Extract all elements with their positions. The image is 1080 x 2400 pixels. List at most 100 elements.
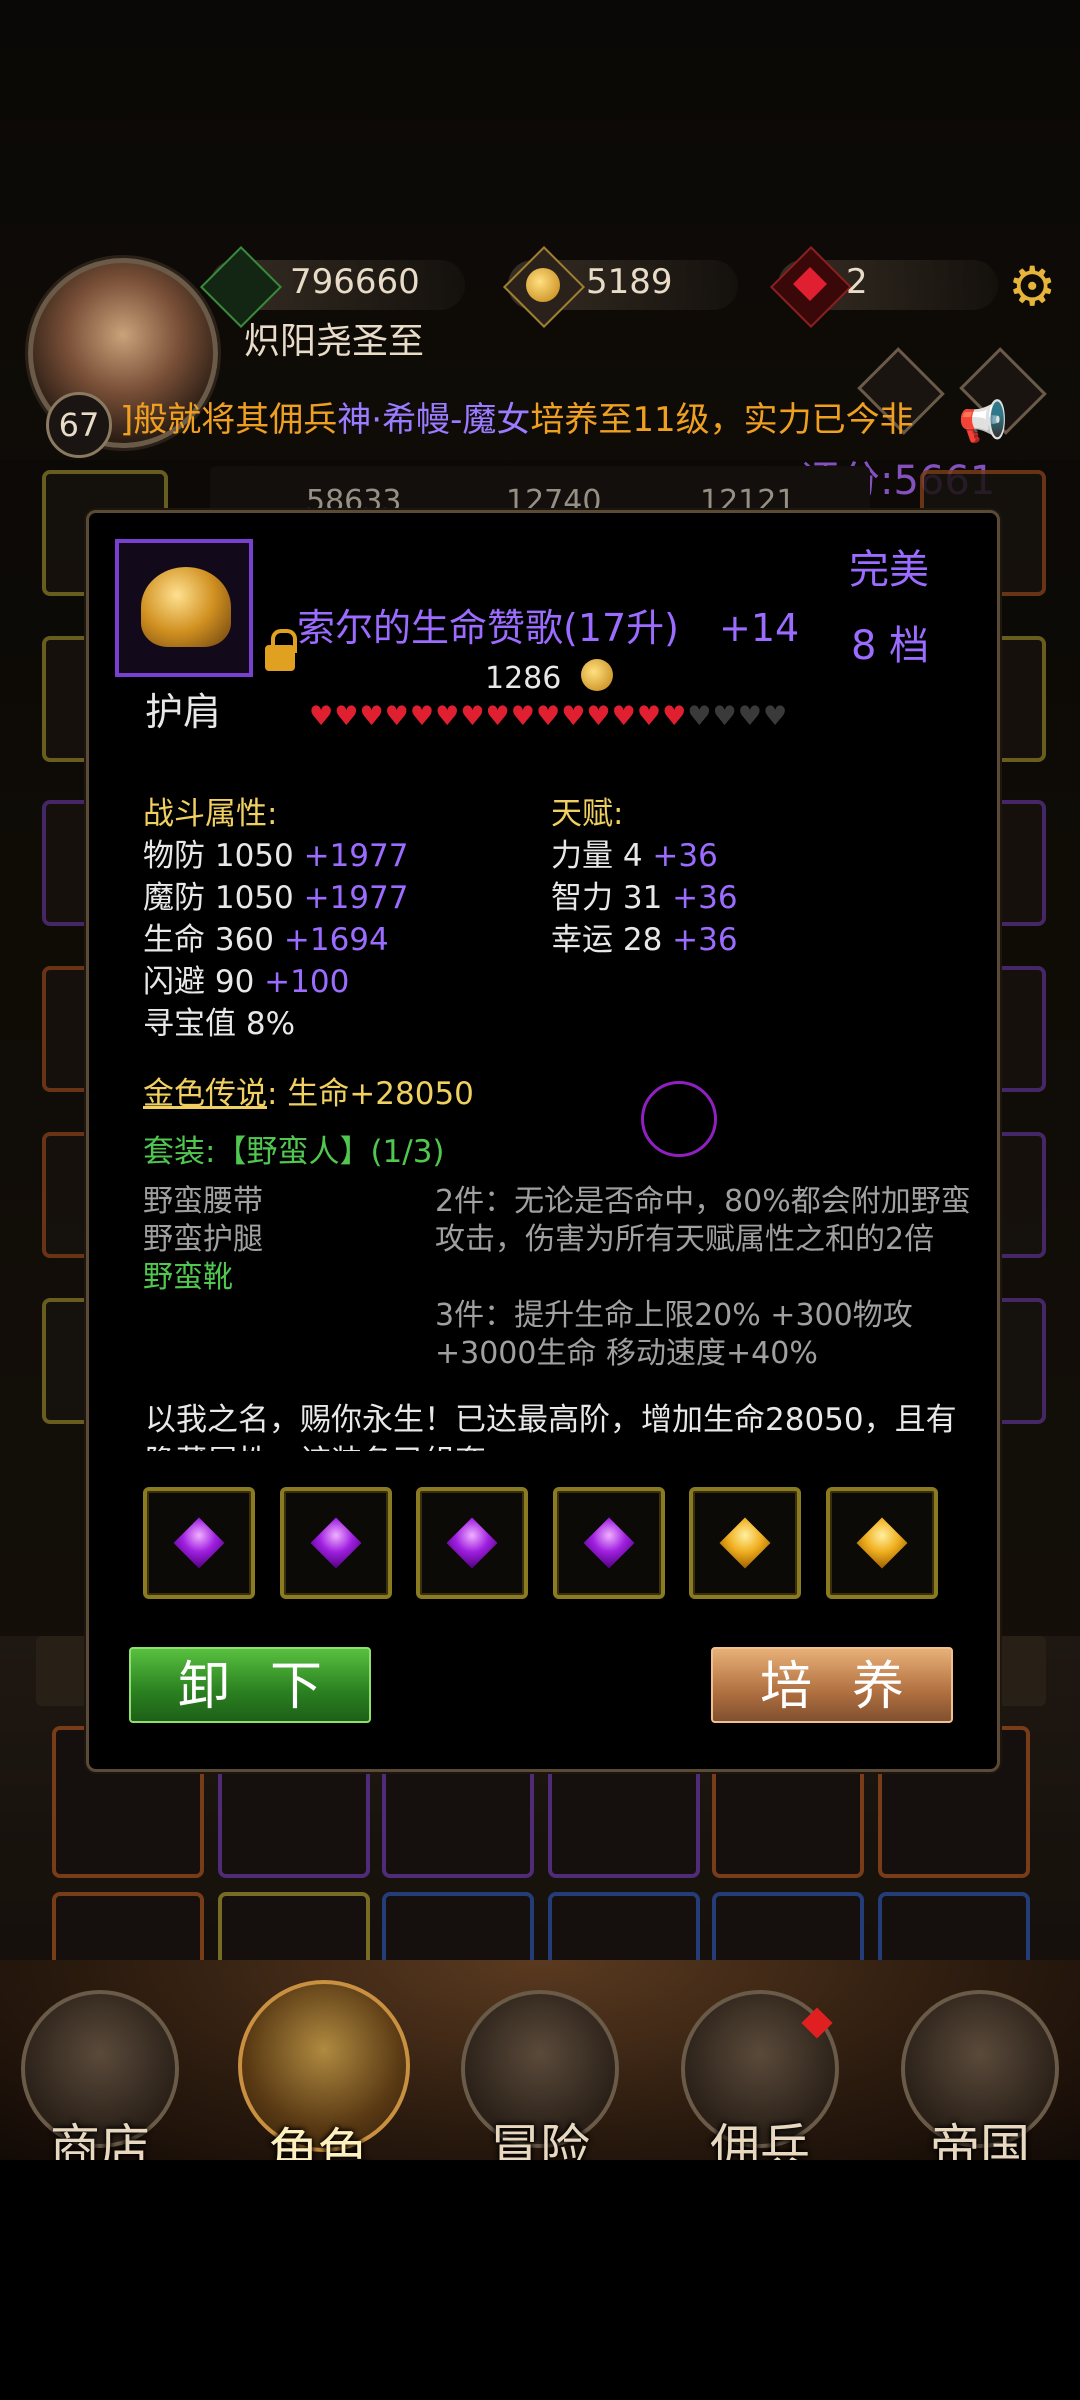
heart-full-icon: ♥: [485, 701, 510, 732]
combat-stat-row: 生命 360 +1694: [143, 919, 408, 961]
set-items-list: 野蛮腰带 野蛮护腿 野蛮靴: [143, 1183, 263, 1297]
item-price: 1286: [485, 661, 562, 696]
player-name: 炽阳尧圣至: [244, 321, 425, 362]
nav-empire[interactable]: 帝国: [900, 1990, 1060, 2160]
unequip-button[interactable]: 卸下: [129, 1647, 371, 1723]
talent-stat-label: 智力 31: [551, 880, 663, 916]
heart-empty-icon: ♥: [687, 701, 712, 732]
gem-slot[interactable]: [689, 1487, 801, 1599]
heart-full-icon: ♥: [435, 701, 460, 732]
legend-value: : 生命+28050: [267, 1076, 474, 1112]
gem-slot[interactable]: [416, 1487, 528, 1599]
heart-full-icon: ♥: [586, 701, 611, 732]
purple-gem-icon: [310, 1517, 361, 1569]
gem-slot[interactable]: [825, 1487, 938, 1599]
heart-full-icon: ♥: [334, 701, 359, 732]
touch-indicator: [641, 1081, 717, 1157]
heart-empty-icon: ♥: [712, 701, 737, 732]
combat-stat-row: 物防 1050 +1977: [143, 835, 408, 877]
heart-full-icon: ♥: [309, 701, 334, 732]
player-level: 67: [46, 392, 112, 458]
combat-stat-bonus: +100: [254, 964, 350, 1000]
legend-label[interactable]: 金色传说: [143, 1076, 267, 1112]
heart-full-icon: ♥: [636, 701, 662, 732]
set-item: 野蛮护腿: [143, 1222, 263, 1257]
gold-coin-dot: [526, 268, 560, 302]
resource1-value: 796660: [290, 262, 420, 302]
nav-adventure[interactable]: 冒险: [460, 1990, 620, 2160]
heart-full-icon: ♥: [611, 701, 636, 732]
heart-full-icon: ♥: [409, 701, 435, 732]
combat-stat-label: 寻宝值 8%: [143, 1006, 296, 1042]
item-name: 索尔的生命赞歌(17升) +14: [297, 597, 799, 652]
heart-empty-icon: ♥: [737, 701, 762, 732]
megaphone-icon[interactable]: 📢: [958, 398, 1008, 445]
nav-character-label: 角色: [268, 2123, 368, 2160]
combat-stat-label: 闪避 90: [143, 964, 255, 1000]
item-tier: 8 档: [851, 623, 930, 669]
nav-shop[interactable]: 商店: [20, 1990, 180, 2160]
heart-full-icon: ♥: [460, 701, 485, 732]
combat-stat-row: 寻宝值 8%: [143, 1003, 408, 1045]
heart-full-icon: ♥: [561, 701, 586, 732]
pauldron-icon: [141, 567, 231, 647]
combat-stat-bonus: +1977: [293, 880, 409, 916]
item-description: 以我之名，赐你永生！已达最高阶，增加生命28050，且有隐藏属性，该装备已组套: [145, 1402, 957, 1451]
heart-full-icon: ♥: [662, 701, 687, 732]
combat-stat-label: 生命 360: [143, 922, 275, 958]
set-bonus-3: 3件：提升生命上限20% +300物攻 +3000生命 移动速度+40%: [435, 1298, 913, 1371]
yellow-gem-icon: [856, 1517, 907, 1569]
gem-slot[interactable]: [552, 1487, 665, 1599]
gold-coin-icon: [581, 659, 613, 691]
combat-stat-bonus: +1694: [274, 922, 389, 958]
nav-empire-label: 帝国: [930, 2119, 1030, 2160]
ticker-part-1: ]般就将其佣兵: [120, 400, 338, 440]
combat-stats-title: 战斗属性:: [143, 796, 278, 832]
set-bonus-2: 2件：无论是否命中，80%都会附加野蛮攻击，伤害为所有天赋属性之和的2倍: [435, 1184, 971, 1257]
item-slot-type: 护肩: [145, 690, 222, 734]
purple-gem-icon: [446, 1517, 498, 1569]
item-plus: +14: [719, 606, 800, 650]
combat-stat-bonus: +1977: [293, 838, 409, 874]
upgrade-button[interactable]: 培养: [711, 1647, 953, 1723]
combat-stat-label: 物防 1050: [143, 838, 294, 874]
lock-shackle: [271, 629, 297, 653]
combat-stat-row: 闪避 90 +100: [143, 961, 408, 1003]
talent-stat-row: 力量 4 +36: [551, 835, 738, 877]
talent-stats-list: 力量 4 +36 智力 31 +36 幸运 28 +36: [551, 835, 738, 961]
gem-slot[interactable]: [279, 1487, 392, 1599]
purple-gem-icon: [583, 1517, 634, 1569]
set-title: 套装:【野蛮人】(1/3): [143, 1134, 445, 1170]
talent-stat-label: 力量 4: [551, 838, 643, 874]
item-icon-frame: [115, 539, 253, 677]
talent-stat-row: 智力 31 +36: [551, 877, 738, 919]
gem-slot[interactable]: [143, 1487, 255, 1599]
talent-stat-bonus: +36: [642, 838, 718, 874]
nav-adventure-label: 冒险: [490, 2119, 590, 2160]
nav-character[interactable]: 角色: [238, 1980, 410, 2160]
talent-title: 天赋:: [551, 796, 624, 832]
item-detail-popup: 护肩 索尔的生命赞歌(17升) +14 完美 8 档 1286 ♥♥♥♥♥♥♥♥♥…: [86, 510, 1000, 1772]
talent-stat-bonus: +36: [662, 880, 738, 916]
talent-stat-row: 幸运 28 +36: [551, 919, 738, 961]
durability-hearts: ♥♥♥♥♥♥♥♥♥♥♥♥♥♥♥♥♥♥♥: [309, 701, 788, 732]
talent-stat-label: 幸运 28: [551, 922, 663, 958]
game-screen: 796660 5189 2 ⚙ 67 炽阳尧圣至 ]般就将其佣兵神·希幔-魔女培…: [0, 0, 1080, 2160]
nav-shop-label: 商店: [50, 2119, 150, 2160]
yellow-gem-icon: [719, 1517, 771, 1569]
gear-icon[interactable]: ⚙: [1008, 260, 1056, 314]
talent-stat-bonus: +36: [662, 922, 738, 958]
heart-full-icon: ♥: [510, 701, 535, 732]
ticker-part-3: 培养至11级，实力已今非: [530, 400, 914, 440]
purple-gem-icon: [173, 1517, 225, 1569]
set-item: 野蛮腰带: [143, 1184, 263, 1219]
resource2-value: 5189: [586, 262, 673, 302]
ticker-part-2: 神·希幔-魔女: [337, 400, 531, 440]
item-name-text: 索尔的生命赞歌(17升): [297, 606, 680, 650]
heart-full-icon: ♥: [535, 701, 561, 732]
set-item: 野蛮靴: [143, 1260, 233, 1295]
combat-stat-label: 魔防 1050: [143, 880, 294, 916]
announcement-ticker: ]般就将其佣兵神·希幔-魔女培养至11级，实力已今非: [120, 395, 1000, 445]
resource3-value: 2: [846, 262, 868, 302]
nav-mercenary-label: 佣兵: [710, 2119, 810, 2160]
